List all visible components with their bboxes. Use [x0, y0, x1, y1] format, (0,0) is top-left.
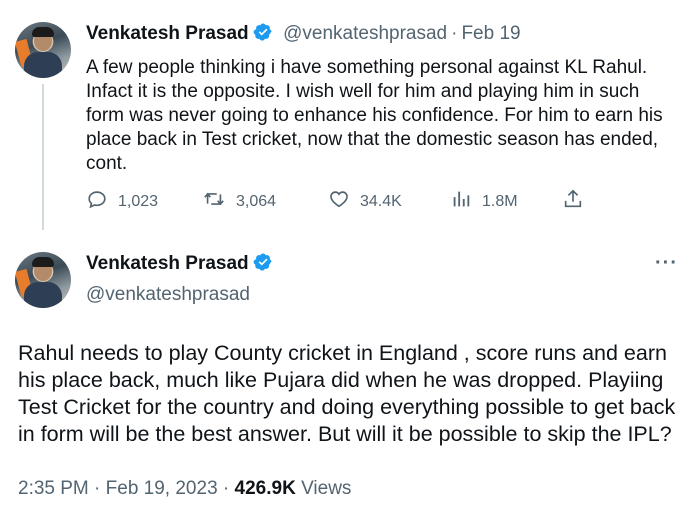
tweet-text: Rahul needs to play County cricket in En… — [18, 341, 676, 446]
views-icon — [450, 188, 482, 215]
tweet-header: Venkatesh Prasad @venkateshprasad · Feb 19 — [86, 22, 521, 47]
reply-count: 1,023 — [118, 192, 159, 210]
separator-dot: · — [451, 23, 458, 44]
display-name[interactable]: Venkatesh Prasad — [86, 23, 249, 44]
handle[interactable]: @venkateshprasad — [283, 23, 447, 44]
display-name[interactable]: Venkatesh Prasad — [86, 253, 249, 274]
share-button[interactable] — [562, 188, 594, 215]
reply-button[interactable]: 1,023 — [86, 188, 158, 215]
views-count: 1.8M — [482, 192, 518, 210]
views-label: Views — [301, 478, 352, 499]
share-icon — [562, 188, 594, 215]
like-button[interactable]: 34.4K — [328, 188, 402, 215]
avatar[interactable] — [15, 252, 71, 308]
separator-dot: · — [222, 478, 235, 499]
tweet-actions: 1,023 3,064 34.4K 1.8M — [86, 188, 606, 214]
tweet-time[interactable]: 2:35 PM — [18, 478, 89, 499]
tweet-date[interactable]: Feb 19 — [461, 23, 520, 44]
avatar[interactable] — [15, 22, 71, 78]
tweet-date[interactable]: Feb 19, 2023 — [106, 478, 218, 499]
retweet-icon — [202, 188, 236, 215]
verified-badge-icon — [253, 252, 273, 277]
retweet-button[interactable]: 3,064 — [202, 188, 276, 215]
views-count: 426.9K — [234, 478, 296, 499]
tweet-meta: 2:35 PM · Feb 19, 2023 · 426.9K Views — [18, 478, 351, 500]
retweet-count: 3,064 — [236, 192, 277, 210]
reply-icon — [86, 188, 118, 215]
like-count: 34.4K — [360, 192, 402, 210]
handle[interactable]: @venkateshprasad — [86, 284, 250, 306]
thread-line — [42, 84, 44, 230]
views-button[interactable]: 1.8M — [450, 188, 518, 215]
tweet-header: Venkatesh Prasad — [86, 252, 273, 277]
more-options-button[interactable]: ··· — [655, 252, 678, 275]
like-icon — [328, 188, 360, 215]
verified-badge-icon — [253, 22, 273, 47]
separator-dot: · — [94, 478, 106, 499]
tweet-text: A few people thinking i have something p… — [86, 57, 663, 174]
